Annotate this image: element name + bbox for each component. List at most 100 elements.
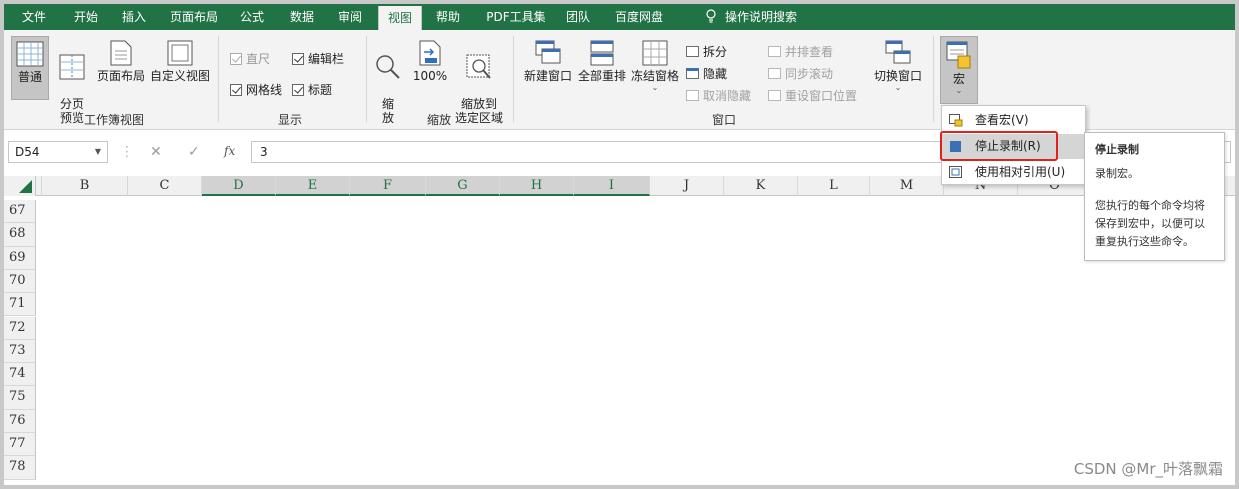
watermark: CSDN @Mr_叶落飘霜 <box>1073 460 1223 478</box>
view-side-by-side-button[interactable]: 并排查看 <box>768 44 833 60</box>
column-header-j[interactable]: J <box>650 176 724 196</box>
page-layout-icon <box>110 40 132 66</box>
group-label-workbook-views: 工作簿视图 <box>83 113 144 127</box>
tab-review[interactable]: 审阅 <box>330 4 370 30</box>
column-header-m[interactable]: M <box>870 176 944 196</box>
macros-label: 宏 <box>952 72 965 86</box>
insert-function-icon[interactable]: fx <box>224 144 235 158</box>
chevron-down-icon: ⌄ <box>955 86 963 95</box>
tab-baidu-netdisk[interactable]: 百度网盘 <box>604 4 674 30</box>
column-header-d[interactable]: D <box>202 176 276 196</box>
chevron-down-icon: ⌄ <box>651 83 659 92</box>
column-header-l[interactable]: L <box>798 176 870 196</box>
use-relative-references-menu-item[interactable]: 使用相对引用(U) <box>942 160 1085 185</box>
new-window-button[interactable]: 新建窗口 <box>522 40 574 100</box>
column-header-f[interactable]: F <box>350 176 426 196</box>
chevron-down-icon: ⌄ <box>894 83 902 92</box>
tab-insert[interactable]: 插入 <box>114 4 154 30</box>
macro-icon <box>946 41 971 69</box>
freeze-panes-icon <box>642 40 668 66</box>
row-header[interactable]: 74 <box>4 363 36 387</box>
column-header-h[interactable]: H <box>500 176 574 196</box>
freeze-panes-label: 冻结窗格 <box>630 69 679 83</box>
row-header[interactable]: 73 <box>4 339 36 364</box>
page-layout-button[interactable]: 页面布局 <box>94 40 148 104</box>
row-header[interactable]: 72 <box>4 316 36 340</box>
column-header-b[interactable]: B <box>42 176 128 196</box>
magnifier-icon <box>376 55 400 79</box>
tooltip-body: 您执行的每个命令均将保存到宏中，以便可以重复执行这些命令。 <box>1095 199 1205 248</box>
sync-scroll-button[interactable]: 同步滚动 <box>768 66 833 82</box>
page-break-preview-icon <box>59 54 85 80</box>
row-header[interactable]: 78 <box>4 456 36 480</box>
arrange-all-button[interactable]: 全部重排 <box>576 40 628 100</box>
tell-me-search[interactable]: 操作说明搜索 <box>686 4 816 30</box>
view-macros-label: 查看宏(V) <box>975 113 1029 127</box>
row-header[interactable]: 71 <box>4 293 36 317</box>
more-icon: ⋮ <box>120 144 134 160</box>
tab-home[interactable]: 开始 <box>66 4 106 30</box>
name-box[interactable]: D54 ▼ <box>8 141 108 163</box>
column-header-k[interactable]: K <box>724 176 798 196</box>
row-header[interactable]: 76 <box>4 409 36 433</box>
row-header[interactable]: 67 <box>4 200 36 224</box>
excel-window: 文件 开始 插入 页面布局 公式 数据 审阅 视图 帮助 PDF工具集 团队 百… <box>4 4 1235 485</box>
ruler-checkbox[interactable]: 直尺 <box>230 51 270 67</box>
view-macros-menu-item[interactable]: 查看宏(V) <box>942 108 1085 133</box>
view-macros-icon <box>949 114 963 127</box>
cancel-icon[interactable]: ✕ <box>150 144 162 160</box>
switch-windows-label: 切换窗口 <box>873 69 922 83</box>
hide-button[interactable]: 隐藏 <box>686 66 727 82</box>
zoom-100-button[interactable]: 100% <box>410 40 450 106</box>
row-header[interactable]: 77 <box>4 433 36 457</box>
custom-views-button[interactable]: 自定义视图 <box>148 40 212 104</box>
gridlines-checkbox[interactable]: 网格线 <box>230 82 282 98</box>
switch-windows-button[interactable]: 切换窗口 ⌄ <box>870 40 926 110</box>
zoom-label: 缩 放 <box>381 97 394 125</box>
column-header-c[interactable]: C <box>128 176 202 196</box>
sync-scroll-label: 同步滚动 <box>785 67 834 81</box>
tab-formulas[interactable]: 公式 <box>232 4 272 30</box>
column-header-g[interactable]: G <box>426 176 500 196</box>
group-label-show: 显示 <box>277 113 302 127</box>
formula-bar-label: 编辑栏 <box>308 52 345 66</box>
tab-data[interactable]: 数据 <box>282 4 322 30</box>
headings-checkbox[interactable]: 标题 <box>292 82 332 98</box>
zoom-button[interactable]: 缩 放 <box>372 40 404 125</box>
zoom-100-icon <box>419 40 441 66</box>
stop-recording-tooltip: 停止录制 录制宏。 您执行的每个命令均将保存到宏中，以便可以重复执行这些命令。 <box>1084 132 1225 261</box>
lightbulb-icon <box>706 9 716 23</box>
chevron-down-icon[interactable]: ▼ <box>95 142 101 162</box>
column-header-e[interactable]: E <box>276 176 350 196</box>
gridlines-label: 网格线 <box>246 83 283 97</box>
tell-me-label: 操作说明搜索 <box>724 10 797 24</box>
reset-window-position-button[interactable]: 重设窗口位置 <box>768 88 857 104</box>
relative-references-icon <box>949 166 962 178</box>
relative-references-label: 使用相对引用(U) <box>975 165 1066 179</box>
unhide-label: 取消隐藏 <box>703 89 752 103</box>
freeze-panes-button[interactable]: 冻结窗格 ⌄ <box>630 40 680 110</box>
row-header[interactable]: 68 <box>4 223 36 247</box>
tab-team[interactable]: 团队 <box>558 4 598 30</box>
row-header[interactable]: 70 <box>4 269 36 294</box>
row-header[interactable]: 69 <box>4 246 36 270</box>
normal-view-button[interactable]: 普通 <box>11 36 49 100</box>
macros-button[interactable]: 宏 ⌄ <box>940 36 978 104</box>
column-header-i[interactable]: I <box>574 176 650 196</box>
switch-windows-icon <box>885 40 911 64</box>
tab-help[interactable]: 帮助 <box>428 4 468 30</box>
tab-pdf-tools[interactable]: PDF工具集 <box>476 4 556 30</box>
tab-page-layout[interactable]: 页面布局 <box>164 4 224 30</box>
ribbon-separator <box>513 36 514 122</box>
unhide-button[interactable]: 取消隐藏 <box>686 88 751 104</box>
tab-view[interactable]: 视图 <box>378 6 422 30</box>
formula-bar-checkbox[interactable]: 编辑栏 <box>292 51 344 67</box>
enter-icon[interactable]: ✓ <box>188 144 200 160</box>
ribbon-separator <box>218 36 219 122</box>
page-break-preview-button[interactable]: 分页 预览 <box>55 40 89 125</box>
row-header[interactable]: 75 <box>4 386 36 410</box>
tab-file[interactable]: 文件 <box>14 4 54 30</box>
split-button[interactable]: 拆分 <box>686 44 727 60</box>
select-all-button[interactable] <box>4 176 36 196</box>
zoom-to-selection-button[interactable]: 缩放到 选定区域 <box>452 40 506 125</box>
